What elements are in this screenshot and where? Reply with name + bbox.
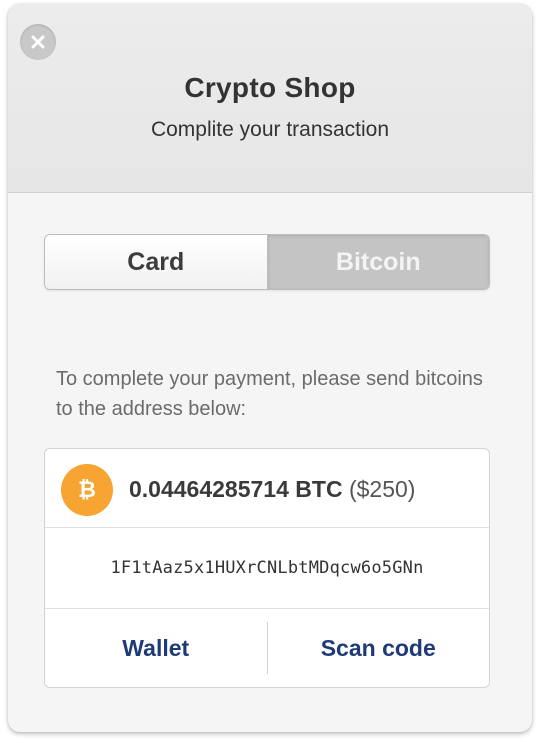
- payment-instructions: To complete your payment, please send bi…: [56, 368, 483, 420]
- actions-row: Wallet Scan code: [45, 609, 489, 687]
- bitcoin-address: 1F1tAaz5x1HUXrCNLbtMDqcw6o5GNn: [45, 528, 489, 609]
- wallet-button[interactable]: Wallet: [45, 609, 267, 687]
- page-subtitle: Complite your transaction: [150, 118, 390, 141]
- tab-card[interactable]: Card: [45, 235, 268, 289]
- amount-usd: ($250): [348, 476, 416, 502]
- amount-text: 0.04464285714 BTC ($250): [129, 476, 415, 503]
- amount-row: ₿ 0.04464285714 BTC ($250): [45, 449, 489, 528]
- bitcoin-icon: ₿: [61, 464, 113, 516]
- amount-btc: 0.04464285714 BTC: [129, 476, 343, 502]
- scan-code-button[interactable]: Scan code: [268, 609, 490, 687]
- tab-bitcoin[interactable]: Bitcoin: [267, 235, 489, 289]
- close-button[interactable]: [20, 24, 56, 60]
- payment-method-tabs: Card Bitcoin: [44, 234, 490, 290]
- payment-modal: Crypto Shop Complite your transaction Ca…: [8, 4, 532, 732]
- page-title: Crypto Shop: [184, 72, 356, 103]
- close-icon: [31, 35, 45, 49]
- modal-header: Crypto Shop Complite your transaction: [8, 4, 532, 193]
- bitcoin-payment-box: ₿ 0.04464285714 BTC ($250) 1F1tAaz5x1HUX…: [44, 448, 490, 688]
